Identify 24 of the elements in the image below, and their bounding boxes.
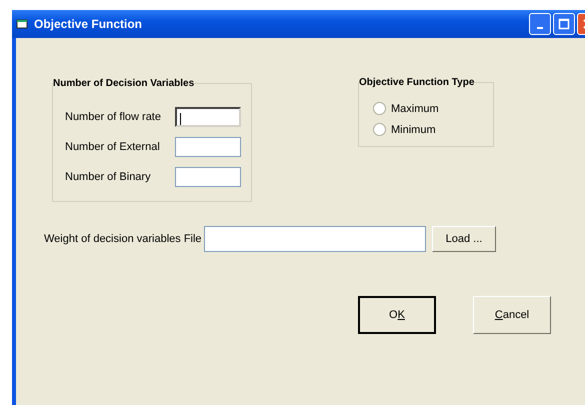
file-label: Weight of decision variables File: [44, 233, 203, 245]
minimize-icon: [537, 27, 543, 29]
window-title: Objective Function: [34, 17, 142, 31]
text-caret: [180, 113, 181, 125]
radio-button[interactable]: [373, 102, 386, 115]
field-label: Number of flow rate: [65, 111, 161, 123]
minimize-button[interactable]: [529, 13, 551, 35]
group-title: Objective Function Type: [359, 77, 474, 88]
maximize-icon: [558, 18, 570, 30]
number-input-field[interactable]: [175, 167, 241, 187]
radio-button[interactable]: [373, 123, 386, 136]
window-icon: [16, 18, 28, 30]
field-label: Number of Binary: [65, 171, 151, 183]
number-input-field[interactable]: [175, 107, 241, 127]
number-input-field[interactable]: [175, 137, 241, 157]
ok-button[interactable]: OK: [358, 296, 436, 334]
maximize-button[interactable]: [553, 13, 575, 35]
radio-label: Maximum: [391, 102, 439, 114]
load-button[interactable]: Load ...: [432, 226, 496, 252]
file-path-field[interactable]: [204, 226, 426, 252]
radio-label: Minimum: [391, 124, 436, 136]
group-title: Number of Decision Variables: [53, 78, 194, 89]
field-label: Number of External: [65, 141, 160, 153]
cancel-button[interactable]: Cancel: [473, 296, 551, 334]
